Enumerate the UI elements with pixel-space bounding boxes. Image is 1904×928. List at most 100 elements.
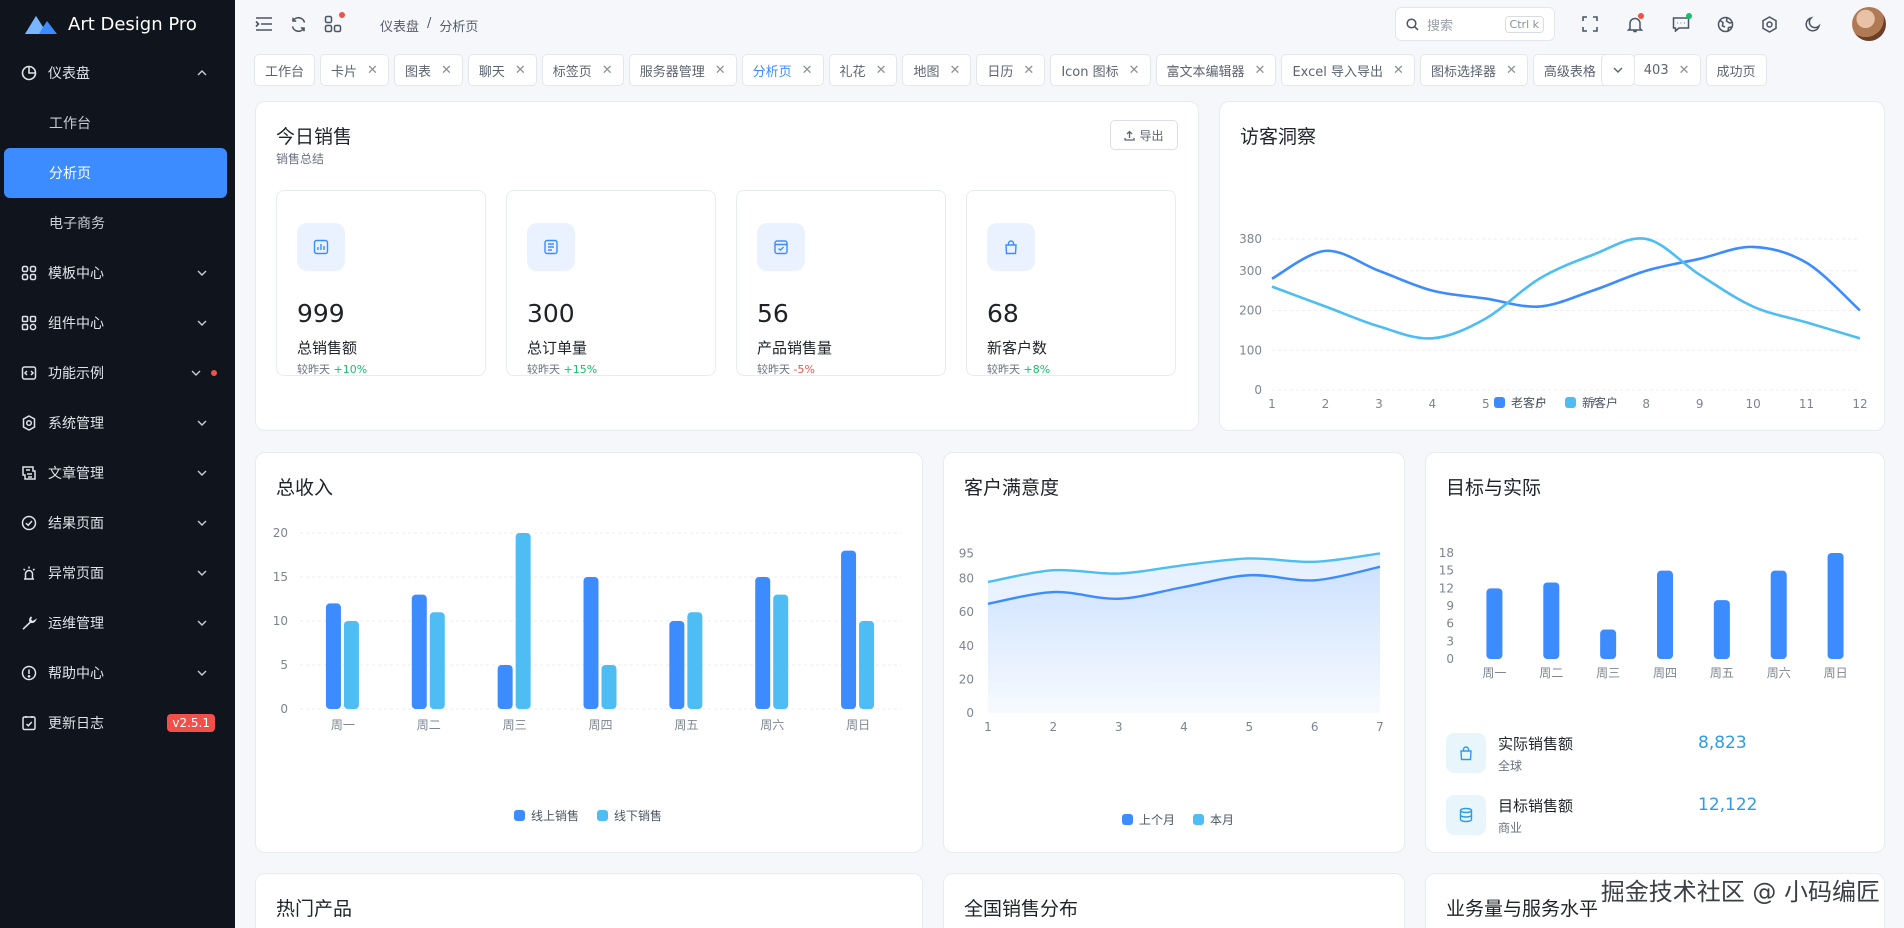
close-icon[interactable]: ✕	[1255, 63, 1266, 78]
tab-4[interactable]: 标签页 ✕	[541, 54, 624, 86]
x-tick-label: 7	[1376, 720, 1384, 734]
stat-compare: 较昨天 +8%	[987, 361, 1050, 377]
tabs-more-button[interactable]	[1601, 54, 1635, 86]
sidebar-item-articles[interactable]: 文章管理	[0, 448, 235, 498]
x-tick-label: 周二	[1539, 666, 1563, 680]
tab-16[interactable]: 成功页	[1705, 54, 1767, 86]
total-income-card: 总收入 0 5 10 15 20 周一 周二 周三 周四 周五 周六 周日 线上销售 线下销售	[255, 452, 923, 853]
sidebar-item-help[interactable]: 帮助中心	[0, 648, 235, 698]
version-badge: v2.5.1	[167, 714, 215, 732]
sidebar-item-examples[interactable]: 功能示例	[0, 348, 235, 398]
visitor-insights-card: 访客洞察 0 100 200 300 380 1 2 3 4 5 6 7 8 9 10 11 12 老客户 新客…	[1219, 101, 1885, 431]
tab-label: 图标选择器	[1430, 64, 1496, 80]
chevron-down-icon	[195, 616, 209, 630]
sales-distribution-card: 全国销售分布	[943, 873, 1405, 928]
legend-item[interactable]: 线下销售	[597, 807, 662, 824]
stat-label: 总销售额	[297, 339, 358, 357]
user-avatar[interactable]	[1852, 7, 1886, 41]
legend-item[interactable]: 上个月	[1122, 811, 1175, 828]
fullscreen-icon[interactable]	[1579, 13, 1601, 35]
tab-2[interactable]: 图表 ✕	[393, 54, 463, 86]
close-icon[interactable]: ✕	[715, 63, 726, 78]
tab-7[interactable]: 礼花 ✕	[828, 54, 898, 86]
export-button[interactable]: 导出	[1110, 120, 1178, 150]
tab-8[interactable]: 地图 ✕	[902, 54, 972, 86]
legend-item[interactable]: 线上销售	[514, 807, 579, 824]
card-subtitle: 销售总结	[276, 152, 325, 166]
close-icon[interactable]: ✕	[515, 63, 526, 78]
components-icon	[20, 314, 38, 332]
sidebar-item-label: 仪表盘	[48, 66, 90, 82]
search-input[interactable]: 搜索 Ctrl k	[1395, 7, 1555, 41]
sidebar-item-system[interactable]: 系统管理	[0, 398, 235, 448]
close-icon[interactable]: ✕	[367, 63, 378, 78]
sidebar: Art Design Pro 仪表盘 工作台 分析页 电子商务 模板中心 组件中…	[0, 0, 235, 928]
stat-change: +10%	[333, 363, 368, 376]
tab-15[interactable]: 403 ✕	[1632, 54, 1701, 86]
sidebar-item-templates[interactable]: 模板中心	[0, 248, 235, 298]
close-icon[interactable]: ✕	[802, 63, 813, 78]
tab-label: 工作台	[265, 64, 305, 80]
tab-3[interactable]: 聊天 ✕	[467, 54, 537, 86]
tab-label: Icon 图标	[1061, 64, 1119, 80]
x-tick-label: 4	[1429, 397, 1437, 411]
tab-5[interactable]: 服务器管理 ✕	[628, 54, 737, 86]
app-logo[interactable]: Art Design Pro	[0, 0, 235, 48]
close-icon[interactable]: ✕	[1129, 63, 1140, 78]
sidebar-item-changelog[interactable]: 更新日志 v2.5.1	[0, 698, 235, 748]
tab-11[interactable]: 富文本编辑器 ✕	[1155, 54, 1277, 86]
bar-2	[1600, 629, 1617, 659]
breadcrumb-item-dashboard[interactable]: 仪表盘	[380, 16, 419, 35]
tab-12[interactable]: Excel 导入导出 ✕	[1281, 54, 1415, 86]
sidebar-item-ops[interactable]: 运维管理	[0, 598, 235, 648]
settings-icon[interactable]	[1758, 13, 1780, 35]
stat-change: +8%	[1023, 363, 1051, 376]
legend-item[interactable]: 新客户	[1565, 394, 1618, 411]
sidebar-item-results[interactable]: 结果页面	[0, 498, 235, 548]
tab-13[interactable]: 图标选择器 ✕	[1419, 54, 1528, 86]
sidebar-item-label: 模板中心	[48, 266, 104, 282]
bar-1-3	[601, 665, 617, 709]
sidebar-item-components[interactable]: 组件中心	[0, 298, 235, 348]
globe-icon[interactable]	[1714, 13, 1736, 35]
refresh-icon[interactable]	[287, 13, 309, 35]
close-icon[interactable]: ✕	[876, 63, 887, 78]
close-icon[interactable]: ✕	[949, 63, 960, 78]
close-icon[interactable]: ✕	[1393, 63, 1404, 78]
sidebar-subitem-ecommerce[interactable]: 电子商务	[0, 198, 235, 248]
close-icon[interactable]: ✕	[602, 63, 613, 78]
legend-item[interactable]: 老客户	[1494, 394, 1547, 411]
stat-value: 56	[757, 299, 789, 328]
bar-1-2	[515, 533, 531, 709]
sidebar-subitem-workbench[interactable]: 工作台	[0, 98, 235, 148]
close-icon[interactable]: ✕	[1506, 63, 1517, 78]
tab-0[interactable]: 工作台	[254, 54, 316, 86]
stat-card-product-sales: 56 产品销售量 较昨天 -5%	[736, 190, 946, 376]
dark-mode-icon[interactable]	[1802, 13, 1824, 35]
bar-0-5	[755, 577, 771, 709]
dashboard-icon	[20, 64, 38, 82]
y-tick-label: 95	[959, 546, 974, 560]
bar-1-5	[773, 594, 789, 709]
y-tick-label: 5	[280, 658, 288, 672]
sidebar-item-dashboard[interactable]: 仪表盘	[0, 48, 235, 98]
close-icon[interactable]: ✕	[1023, 63, 1034, 78]
sidebar-subitem-analysis[interactable]: 分析页	[4, 148, 227, 198]
series-line-0	[1271, 245, 1861, 312]
breadcrumb-separator: /	[427, 16, 432, 31]
tab-10[interactable]: Icon 图标 ✕	[1050, 54, 1151, 86]
tab-9[interactable]: 日历 ✕	[976, 54, 1046, 86]
y-tick-label: 9	[1446, 599, 1454, 613]
changelog-icon	[20, 714, 38, 732]
close-icon[interactable]: ✕	[441, 63, 452, 78]
x-tick-label: 4	[1180, 720, 1188, 734]
tab-1[interactable]: 卡片 ✕	[320, 54, 389, 86]
tab-6[interactable]: 分析页 ✕	[741, 54, 824, 86]
tab-label: 礼花	[839, 64, 866, 80]
menu-fold-icon[interactable]	[253, 13, 275, 35]
sidebar-item-exceptions[interactable]: 异常页面	[0, 548, 235, 598]
legend-item[interactable]: 本月	[1193, 811, 1234, 828]
y-tick-label: 15	[1439, 564, 1454, 578]
close-icon[interactable]: ✕	[1679, 63, 1690, 78]
legend-label: 上个月	[1139, 813, 1176, 827]
